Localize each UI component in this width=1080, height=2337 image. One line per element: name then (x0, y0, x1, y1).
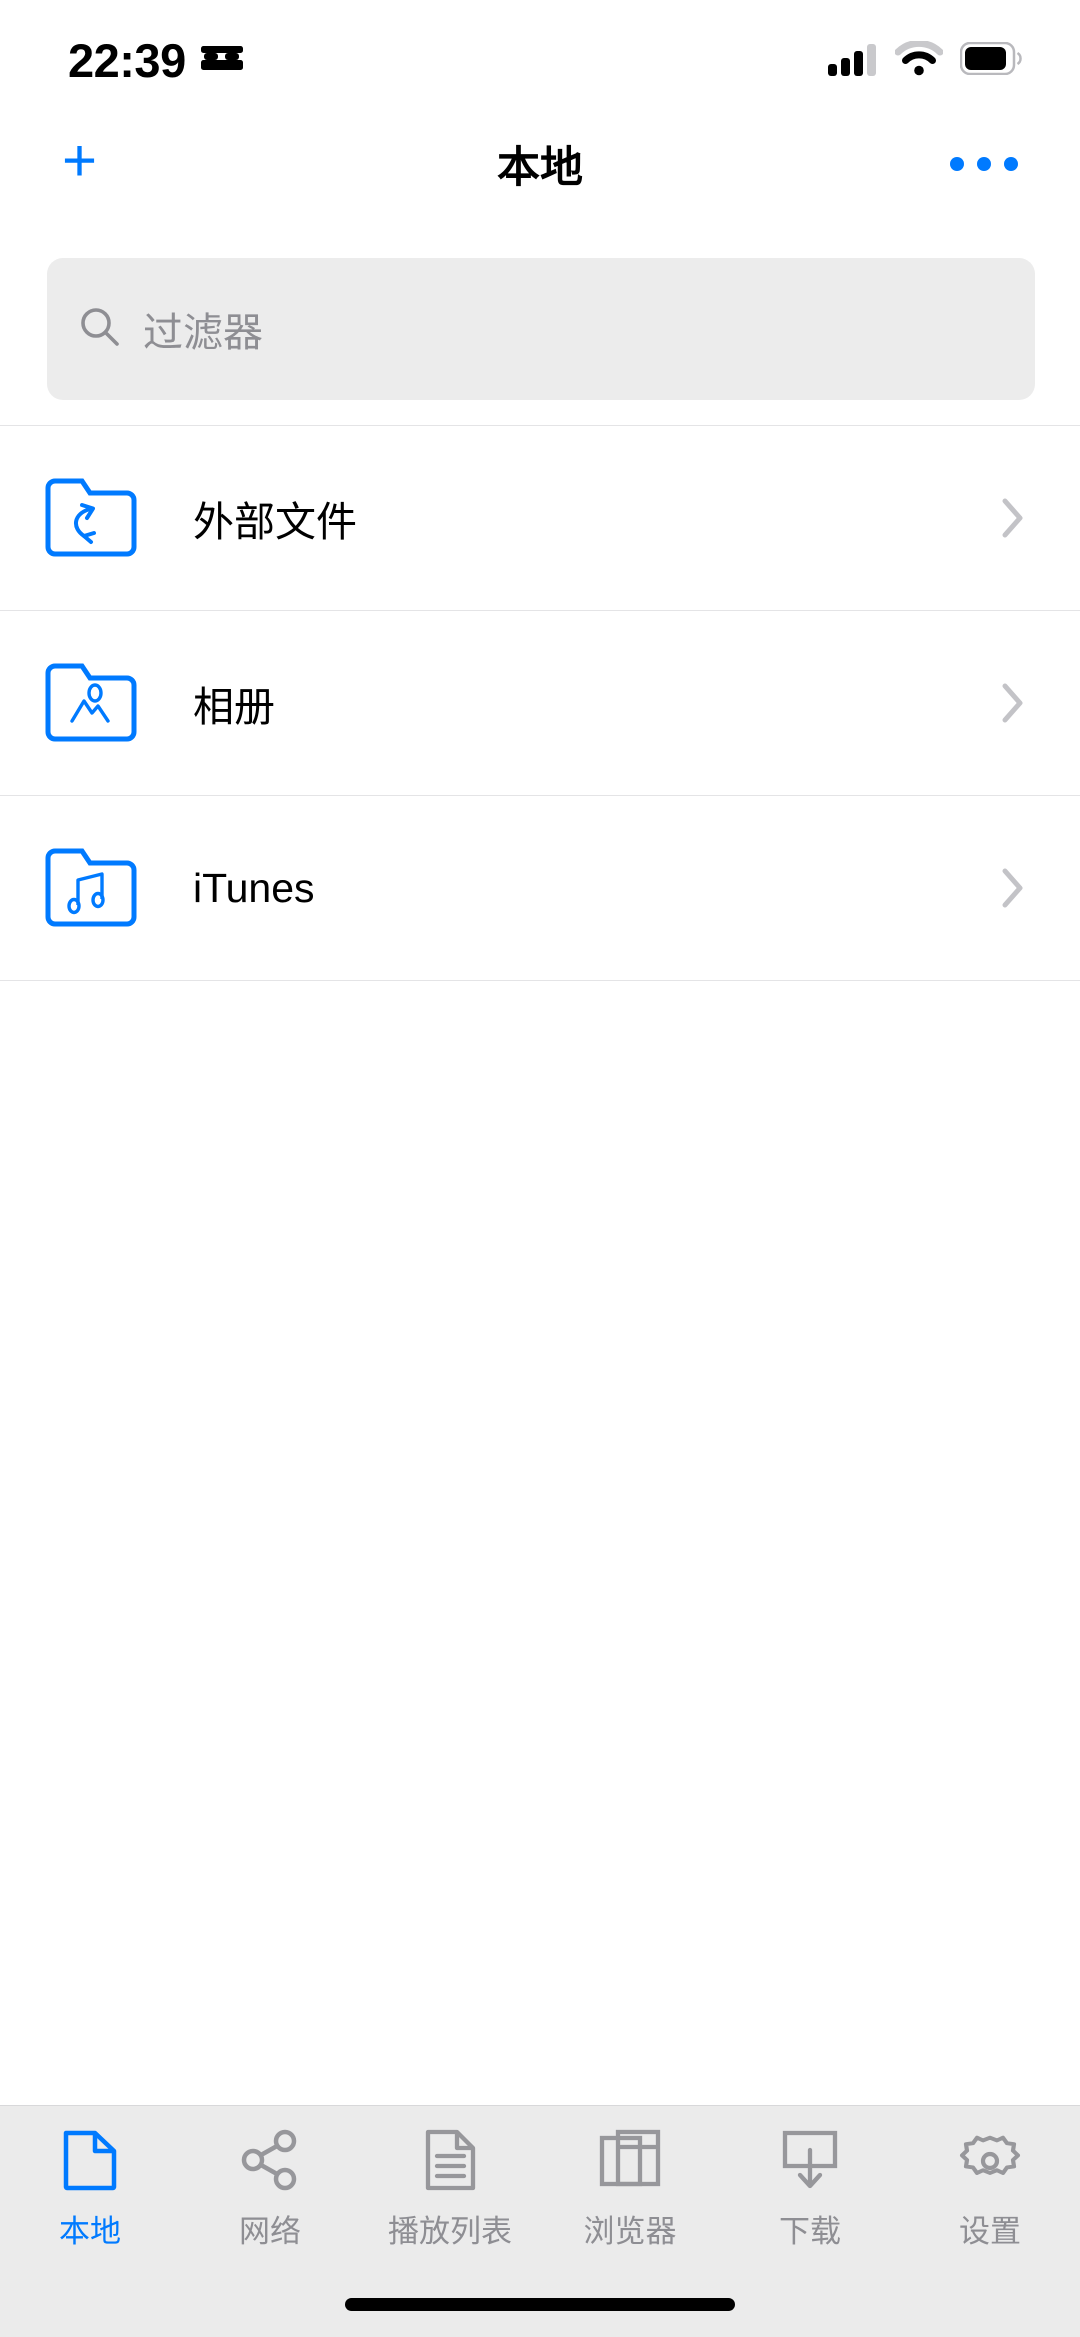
document-icon (62, 2128, 118, 2192)
status-bar-clock: 22:39 (68, 33, 186, 87)
tab-label: 浏览器 (583, 2214, 677, 2249)
tab-settings[interactable]: 设置 (900, 2128, 1080, 2251)
tab-network[interactable]: 网络 (180, 2128, 360, 2251)
list-item[interactable]: 外部文件 (0, 426, 1080, 610)
gear-icon (959, 2128, 1021, 2192)
folder-music-icon (44, 844, 138, 932)
more-options-button[interactable] (950, 157, 1018, 171)
navigation-bar: + 本地 (0, 110, 1080, 218)
page-title: 本地 (497, 144, 583, 192)
list-separator (0, 980, 1080, 981)
folder-photos-icon (44, 659, 138, 747)
tab-label: 网络 (239, 2214, 301, 2249)
more-horizontal-icon-dot (977, 157, 991, 171)
app-screen: 22:39 + 本地 过滤器 外部文件 相册 iTunes 本地 网络 播放列表… (0, 0, 1080, 2337)
tab-label: 播放列表 (388, 2214, 512, 2249)
folder-external-link-icon (44, 474, 138, 562)
bed-icon (200, 43, 244, 78)
filter-search-container[interactable]: 过滤器 (47, 258, 1035, 400)
signal-bars-icon (828, 42, 878, 81)
wifi-icon (894, 39, 944, 81)
more-horizontal-icon-dot (1004, 157, 1018, 171)
download-icon (780, 2128, 840, 2192)
tab-label: 设置 (959, 2214, 1021, 2249)
list-item-label: 外部文件 (193, 499, 357, 545)
status-bar-left: 22:39 (68, 23, 244, 88)
list-item-label: iTunes (193, 864, 315, 911)
status-bar: 22:39 (0, 0, 1080, 110)
chevron-right-icon (1000, 496, 1026, 540)
battery-icon (959, 41, 1022, 80)
folder-list: 外部文件 相册 iTunes (0, 425, 1080, 981)
more-horizontal-icon-dot (950, 157, 964, 171)
search-icon (79, 306, 121, 353)
tab-label: 下载 (779, 2214, 841, 2249)
search-input[interactable]: 过滤器 (47, 258, 1035, 400)
list-item[interactable]: 相册 (0, 611, 1080, 795)
search-placeholder-text: 过滤器 (143, 311, 263, 355)
tab-browser[interactable]: 浏览器 (540, 2128, 720, 2251)
tab-download[interactable]: 下载 (720, 2128, 900, 2251)
chevron-right-icon (1000, 681, 1026, 725)
chevron-right-icon (1000, 866, 1026, 910)
list-item-label: 相册 (193, 684, 275, 730)
status-bar-right (828, 29, 1022, 81)
tab-playlist[interactable]: 播放列表 (360, 2128, 540, 2251)
tab-local[interactable]: 本地 (0, 2128, 180, 2251)
playlist-icon (422, 2128, 478, 2192)
browser-windows-icon (598, 2128, 662, 2192)
home-indicator-bar (345, 2298, 735, 2311)
list-item[interactable]: iTunes (0, 796, 1080, 980)
tab-label: 本地 (59, 2214, 121, 2249)
share-network-icon (239, 2128, 301, 2192)
